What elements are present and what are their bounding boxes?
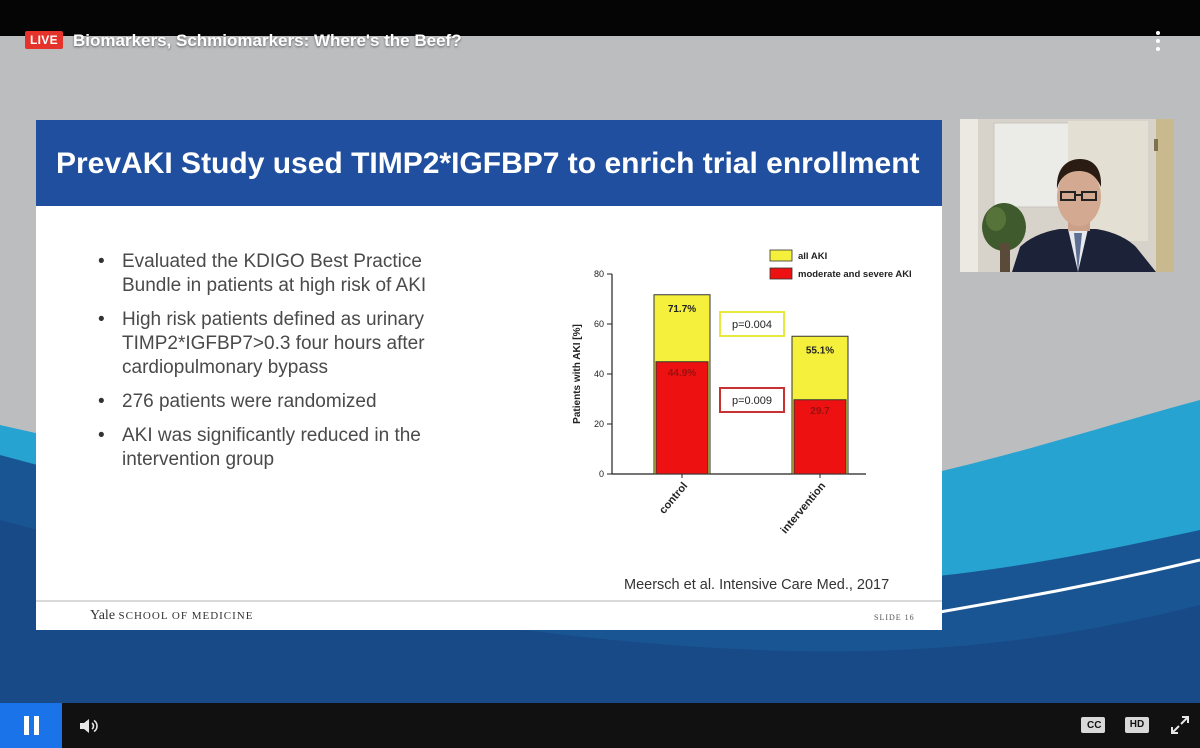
pause-icon [34, 716, 39, 735]
pause-button[interactable] [0, 703, 62, 748]
hd-quality-button[interactable]: HD [1125, 717, 1149, 733]
bullet-list: Evaluated the KDIGO Best Practice Bundle… [98, 250, 478, 482]
y-tick-label: 0 [599, 469, 604, 479]
data-label-severe-aki: 44.9% [668, 368, 696, 379]
footer-brand: Yale [90, 608, 116, 623]
presenter-webcam [960, 119, 1174, 272]
bullet-item: 276 patients were randomized [98, 390, 478, 414]
data-label-all-aki: 71.7% [668, 304, 696, 315]
y-tick-label: 60 [594, 319, 604, 329]
player-controls: CC HD [0, 703, 1200, 748]
y-tick-label: 40 [594, 369, 604, 379]
y-tick-label: 20 [594, 419, 604, 429]
bullet-item: AKI was significantly reduced in the int… [98, 424, 478, 472]
x-tick-label: intervention [779, 480, 829, 536]
bullet-item: Evaluated the KDIGO Best Practice Bundle… [98, 250, 478, 298]
bullet-item: High risk patients defined as urinary TI… [98, 308, 478, 380]
y-axis-title: Patients with AKI [%] [572, 324, 583, 424]
footer-school: SCHOOL OF MEDICINE [118, 610, 254, 622]
captions-button[interactable]: CC [1081, 717, 1105, 733]
slide-number: SLIDE 16 [874, 613, 915, 622]
citation: Meersch et al. Intensive Care Med., 2017 [624, 577, 890, 593]
live-badge: LIVE [25, 31, 63, 49]
p-value-label: p=0.004 [732, 319, 772, 331]
slide-header: PrevAKI Study used TIMP2*IGFBP7 to enric… [36, 120, 942, 206]
volume-icon[interactable] [78, 715, 102, 737]
data-label-severe-aki: 29.7 [810, 406, 830, 417]
kebab-menu-icon[interactable] [1148, 28, 1168, 54]
pause-icon [24, 716, 29, 735]
legend-swatch [769, 249, 793, 262]
p-value-label: p=0.009 [732, 395, 772, 407]
yale-footer-logo: Yale SCHOOL OF MEDICINE [90, 608, 253, 624]
video-player[interactable]: LIVE Biomarkers, Schmiomarkers: Where's … [0, 0, 1200, 748]
video-title: Biomarkers, Schmiomarkers: Where's the B… [73, 31, 462, 50]
y-tick-label: 80 [594, 269, 604, 279]
presentation-slide: PrevAKI Study used TIMP2*IGFBP7 to enric… [36, 120, 942, 630]
slide-title: PrevAKI Study used TIMP2*IGFBP7 to enric… [56, 147, 920, 180]
legend-swatch [769, 267, 793, 280]
legend-label: all AKI [798, 251, 827, 262]
aki-bar-chart: 0 20 40 60 80 Patients with AKI [%] 71.7% 44.9%… [572, 249, 912, 536]
presenter-image [960, 119, 1174, 272]
fullscreen-icon[interactable] [1168, 713, 1192, 737]
x-tick-label: control [657, 480, 690, 516]
data-label-all-aki: 55.1% [806, 345, 834, 356]
legend-label: moderate and severe AKI [798, 269, 912, 280]
footer-divider [36, 600, 942, 602]
